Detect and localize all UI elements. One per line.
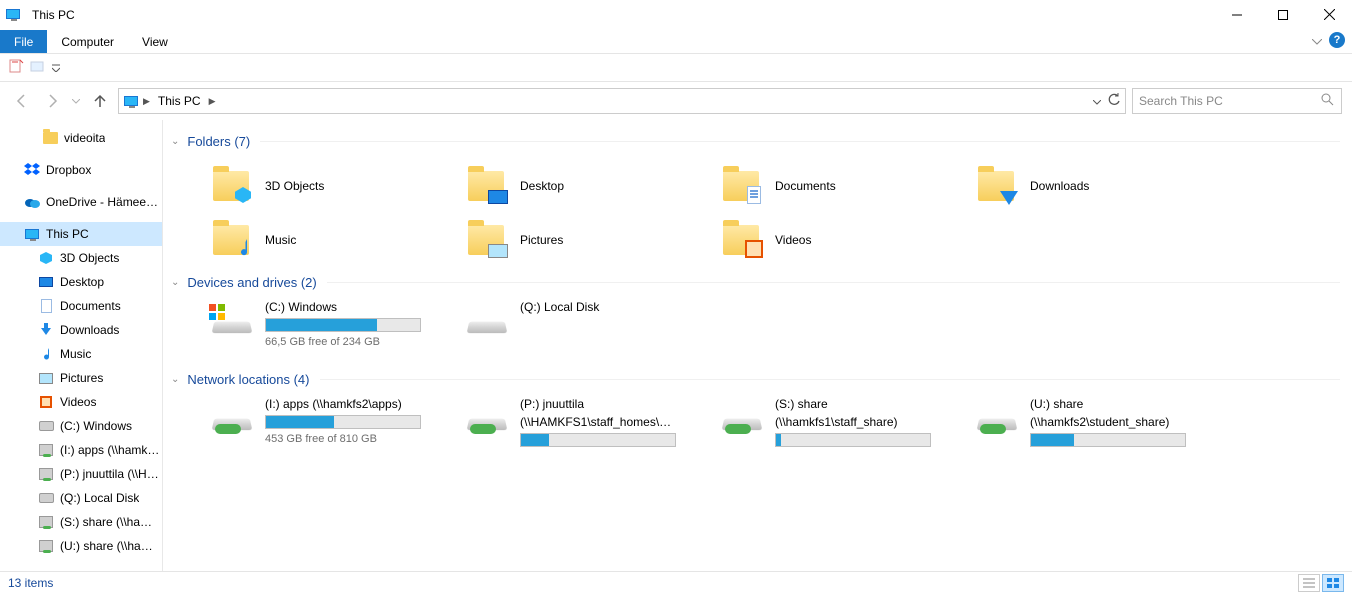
breadcrumb-this-pc[interactable]: This PC [154, 94, 205, 108]
sidebar-item-onedrive[interactable]: OneDrive - Hämeen… [0, 190, 162, 214]
group-header-network[interactable]: ⌄ Network locations (4) [171, 372, 1340, 387]
recent-dropdown-icon[interactable] [70, 89, 82, 113]
downloads-icon [38, 322, 54, 338]
up-button[interactable] [88, 89, 112, 113]
sidebar-item-q-drive[interactable]: (Q:) Local Disk [0, 486, 162, 510]
sidebar-item-videos[interactable]: Videos [0, 390, 162, 414]
tab-file[interactable]: File [0, 30, 47, 53]
item-count: 13 items [8, 576, 53, 590]
documents-icon [38, 298, 54, 314]
ribbon-expand-icon[interactable] [1312, 30, 1322, 54]
folder-videos[interactable]: Videos [681, 213, 936, 267]
sidebar-item-i-drive[interactable]: (I:) apps (\\hamkfs2\apps) [0, 438, 162, 462]
this-pc-icon [123, 93, 139, 109]
tiles-view-button[interactable] [1322, 574, 1344, 592]
ribbon: File Computer View ? [0, 30, 1352, 54]
chevron-down-icon: ⌄ [171, 136, 179, 147]
help-button[interactable]: ? [1329, 32, 1345, 48]
network-icon [24, 570, 40, 571]
usage-bar [265, 318, 421, 332]
address-dropdown-icon[interactable] [1093, 94, 1101, 108]
search-placeholder: Search This PC [1139, 94, 1223, 108]
folder-downloads[interactable]: Downloads [936, 159, 1191, 213]
netdrive-i[interactable]: (I:) apps (\\hamkfs2\apps) 453 GB free o… [171, 397, 426, 447]
folder-desktop[interactable]: Desktop [426, 159, 681, 213]
sidebar-item-documents[interactable]: Documents [0, 294, 162, 318]
sidebar-item-desktop[interactable]: Desktop [0, 270, 162, 294]
sidebar-item-this-pc[interactable]: This PC [0, 222, 162, 246]
quick-access-toolbar [0, 54, 1352, 82]
content-pane[interactable]: ⌄ Folders (7) 3D Objects Desktop Documen… [163, 120, 1352, 571]
search-icon [1321, 93, 1335, 110]
qat-dropdown-icon[interactable] [52, 61, 60, 75]
3d-objects-icon [38, 250, 54, 266]
music-icon [38, 346, 54, 362]
sidebar-item-3d-objects[interactable]: 3D Objects [0, 246, 162, 270]
netdrive-u[interactable]: (U:) share (\\hamkfs2\student_share) [936, 397, 1191, 447]
sidebar-item-p-drive[interactable]: (P:) jnuuttila (\\HAMKFS1\staff_homes) [0, 462, 162, 486]
sidebar-item-s-drive[interactable]: (S:) share (\\hamkfs1\staff_share) [0, 510, 162, 534]
drive-q[interactable]: (Q:) Local Disk [426, 300, 681, 348]
sidebar-item-pictures[interactable]: Pictures [0, 366, 162, 390]
folder-pictures[interactable]: Pictures [426, 213, 681, 267]
chevron-right-icon[interactable]: ▶ [143, 96, 150, 107]
netdrive-p[interactable]: (P:) jnuuttila (\\HAMKFS1\staff_homes\… [426, 397, 681, 447]
sidebar-item-network[interactable]: Network [0, 566, 162, 571]
group-header-drives[interactable]: ⌄ Devices and drives (2) [171, 275, 1340, 290]
desktop-icon [38, 274, 54, 290]
chevron-right-icon[interactable]: ▶ [209, 96, 216, 107]
sidebar-item-u-drive[interactable]: (U:) share (\\hamkfs2\student_share) [0, 534, 162, 558]
titlebar: This PC [0, 0, 1352, 30]
sidebar-item-c-drive[interactable]: (C:) Windows [0, 414, 162, 438]
status-bar: 13 items [0, 571, 1352, 593]
this-pc-icon [6, 8, 26, 22]
minimize-button[interactable] [1214, 0, 1260, 30]
tab-view[interactable]: View [128, 30, 182, 53]
folder-documents[interactable]: Documents [681, 159, 936, 213]
sidebar-item-downloads[interactable]: Downloads [0, 318, 162, 342]
netdrive-s[interactable]: (S:) share (\\hamkfs1\staff_share) [681, 397, 936, 447]
sidebar-item-music[interactable]: Music [0, 342, 162, 366]
navigation-tree[interactable]: videoita Dropbox OneDrive - Hämeen… This… [0, 120, 163, 571]
onedrive-icon [24, 194, 40, 210]
drive-c[interactable]: (C:) Windows 66,5 GB free of 234 GB [171, 300, 426, 348]
address-bar[interactable]: ▶ This PC ▶ [118, 88, 1126, 114]
refresh-button[interactable] [1107, 93, 1121, 110]
navigation-bar: ▶ This PC ▶ Search This PC [0, 82, 1352, 120]
group-header-folders[interactable]: ⌄ Folders (7) [171, 134, 1340, 149]
sidebar-item-dropbox[interactable]: Dropbox [0, 158, 162, 182]
tab-computer[interactable]: Computer [47, 30, 128, 53]
details-view-button[interactable] [1298, 574, 1320, 592]
pictures-icon [38, 370, 54, 386]
search-input[interactable]: Search This PC [1132, 88, 1342, 114]
videos-icon [38, 394, 54, 410]
dropbox-icon [24, 162, 40, 178]
maximize-button[interactable] [1260, 0, 1306, 30]
folder-music[interactable]: Music [171, 213, 426, 267]
forward-button[interactable] [40, 89, 64, 113]
sidebar-item-videoita[interactable]: videoita [0, 126, 162, 150]
back-button[interactable] [10, 89, 34, 113]
chevron-down-icon: ⌄ [171, 277, 179, 288]
new-folder-icon[interactable] [30, 58, 46, 77]
window-title: This PC [32, 8, 1214, 22]
properties-icon[interactable] [8, 58, 24, 77]
chevron-down-icon: ⌄ [171, 374, 179, 385]
folder-3d-objects[interactable]: 3D Objects [171, 159, 426, 213]
close-button[interactable] [1306, 0, 1352, 30]
